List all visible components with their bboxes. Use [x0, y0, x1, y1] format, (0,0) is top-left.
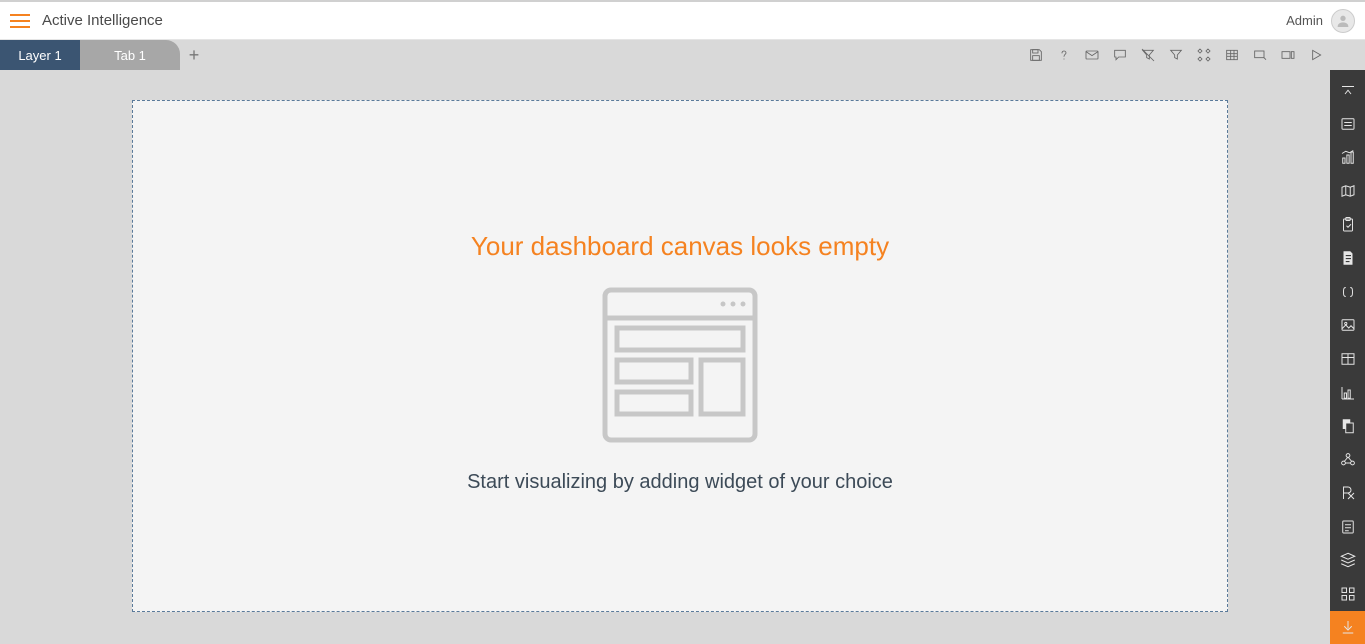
tab-1-label: Tab 1	[114, 48, 146, 63]
clipboard-widget-icon[interactable]	[1330, 208, 1365, 242]
widget-sidepanel	[1330, 70, 1365, 644]
prescription-widget-icon[interactable]	[1330, 476, 1365, 510]
play-icon[interactable]	[1307, 46, 1325, 64]
empty-state: Your dashboard canvas looks empty	[133, 101, 1227, 611]
form-widget-icon[interactable]	[1330, 108, 1365, 142]
dashboard-placeholder-icon	[595, 280, 765, 455]
tab-layer-label: Layer 1	[18, 48, 61, 63]
table-icon[interactable]	[1223, 46, 1241, 64]
map-widget-icon[interactable]	[1330, 175, 1365, 209]
app-title: Active Intelligence	[42, 12, 163, 29]
chart-widget-icon[interactable]	[1330, 141, 1365, 175]
fit-screen-icon[interactable]	[1279, 46, 1297, 64]
comment-icon[interactable]	[1111, 46, 1129, 64]
empty-state-title: Your dashboard canvas looks empty	[471, 231, 889, 262]
list-widget-icon[interactable]	[1330, 510, 1365, 544]
mail-icon[interactable]	[1083, 46, 1101, 64]
download-icon[interactable]	[1330, 611, 1365, 644]
clear-filter-icon[interactable]	[1139, 46, 1157, 64]
empty-state-subtitle: Start visualizing by adding widget of yo…	[467, 471, 893, 494]
grid-widget-icon[interactable]	[1330, 577, 1365, 611]
user-avatar[interactable]	[1331, 9, 1355, 33]
layers-widget-icon[interactable]	[1330, 543, 1365, 577]
toolbar	[1027, 40, 1365, 70]
save-icon[interactable]	[1027, 46, 1045, 64]
copy-widget-icon[interactable]	[1330, 409, 1365, 443]
code-widget-icon[interactable]	[1330, 275, 1365, 309]
user-label: Admin	[1286, 13, 1323, 28]
hamburger-menu-icon[interactable]	[10, 14, 30, 28]
tab-1[interactable]: Tab 1	[80, 40, 180, 70]
dashboard-canvas[interactable]: Your dashboard canvas looks empty	[132, 100, 1228, 612]
image-widget-icon[interactable]	[1330, 309, 1365, 343]
tools-icon[interactable]	[1195, 46, 1213, 64]
bar-chart-widget-icon[interactable]	[1330, 376, 1365, 410]
network-widget-icon[interactable]	[1330, 443, 1365, 477]
add-tab-button[interactable]: +	[180, 40, 208, 70]
document-widget-icon[interactable]	[1330, 242, 1365, 276]
app-header: Active Intelligence Admin	[0, 0, 1365, 40]
zoom-icon[interactable]	[1251, 46, 1269, 64]
collapse-panel-icon[interactable]	[1330, 74, 1365, 108]
table-widget-icon[interactable]	[1330, 342, 1365, 376]
tab-bar: Layer 1 Tab 1 +	[0, 40, 1365, 70]
workspace: Your dashboard canvas looks empty	[0, 70, 1330, 644]
tab-layer-1[interactable]: Layer 1	[0, 40, 80, 70]
plus-icon: +	[189, 45, 200, 66]
filter-icon[interactable]	[1167, 46, 1185, 64]
help-icon[interactable]	[1055, 46, 1073, 64]
